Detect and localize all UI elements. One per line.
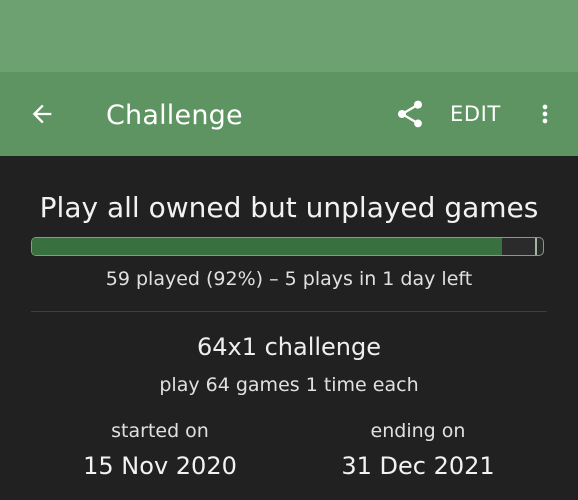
back-button[interactable] bbox=[22, 94, 62, 134]
page-title: Challenge bbox=[106, 100, 243, 131]
share-icon bbox=[398, 100, 422, 128]
start-date-value: 15 Nov 2020 bbox=[83, 452, 237, 480]
end-date-block: ending on 31 Dec 2021 bbox=[298, 418, 538, 482]
challenge-description: play 64 games 1 time each bbox=[159, 374, 419, 396]
start-date-block: started on 15 Nov 2020 bbox=[40, 418, 280, 482]
start-date-label: started on bbox=[111, 420, 209, 442]
edit-button[interactable]: EDIT bbox=[450, 94, 501, 134]
share-button[interactable] bbox=[392, 94, 428, 134]
progress-bar bbox=[31, 237, 544, 256]
more-options-button[interactable] bbox=[530, 94, 560, 134]
arrow-left-icon bbox=[32, 104, 52, 124]
challenge-name: Play all owned but unplayed games bbox=[39, 191, 539, 224]
progress-fill bbox=[32, 238, 503, 255]
divider bbox=[31, 311, 547, 312]
challenge-type: 64x1 challenge bbox=[196, 333, 382, 361]
more-vert-icon bbox=[542, 104, 548, 124]
app-bar: Challenge EDIT bbox=[0, 72, 578, 156]
end-date-value: 31 Dec 2021 bbox=[341, 452, 495, 480]
progress-end-marker bbox=[535, 238, 537, 255]
challenge-detail: Play all owned but unplayed games 59 pla… bbox=[0, 156, 578, 500]
progress-summary: 59 played (92%) – 5 plays in 1 day left bbox=[105, 268, 473, 290]
status-bar bbox=[0, 0, 578, 72]
end-date-label: ending on bbox=[370, 420, 466, 442]
